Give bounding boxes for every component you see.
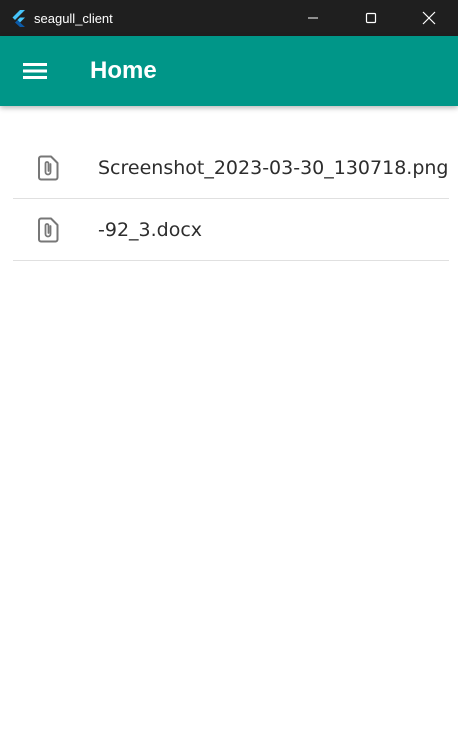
hamburger-menu-icon [23, 63, 47, 79]
flutter-logo-icon [10, 9, 28, 27]
window-titlebar: seagull_client [0, 0, 458, 36]
minimize-button[interactable] [284, 0, 342, 36]
maximize-button[interactable] [342, 0, 400, 36]
window-title: seagull_client [34, 10, 113, 26]
page-title: Home [90, 57, 157, 84]
file-name: -92_3.docx [98, 218, 203, 241]
app-bar: Home [0, 36, 458, 106]
file-list: Screenshot_2023-03-30_130718.png -92_3.d… [13, 137, 449, 261]
menu-button[interactable] [20, 56, 50, 86]
close-icon [422, 11, 436, 25]
file-list-item[interactable]: -92_3.docx [13, 199, 449, 261]
file-list-item[interactable]: Screenshot_2023-03-30_130718.png [13, 137, 449, 199]
file-name: Screenshot_2023-03-30_130718.png [98, 156, 449, 179]
maximize-icon [365, 12, 377, 24]
minimize-icon [308, 17, 318, 19]
window-controls [284, 0, 458, 36]
attachment-file-icon [35, 217, 61, 243]
attachment-file-icon [35, 155, 61, 181]
close-button[interactable] [400, 0, 458, 36]
